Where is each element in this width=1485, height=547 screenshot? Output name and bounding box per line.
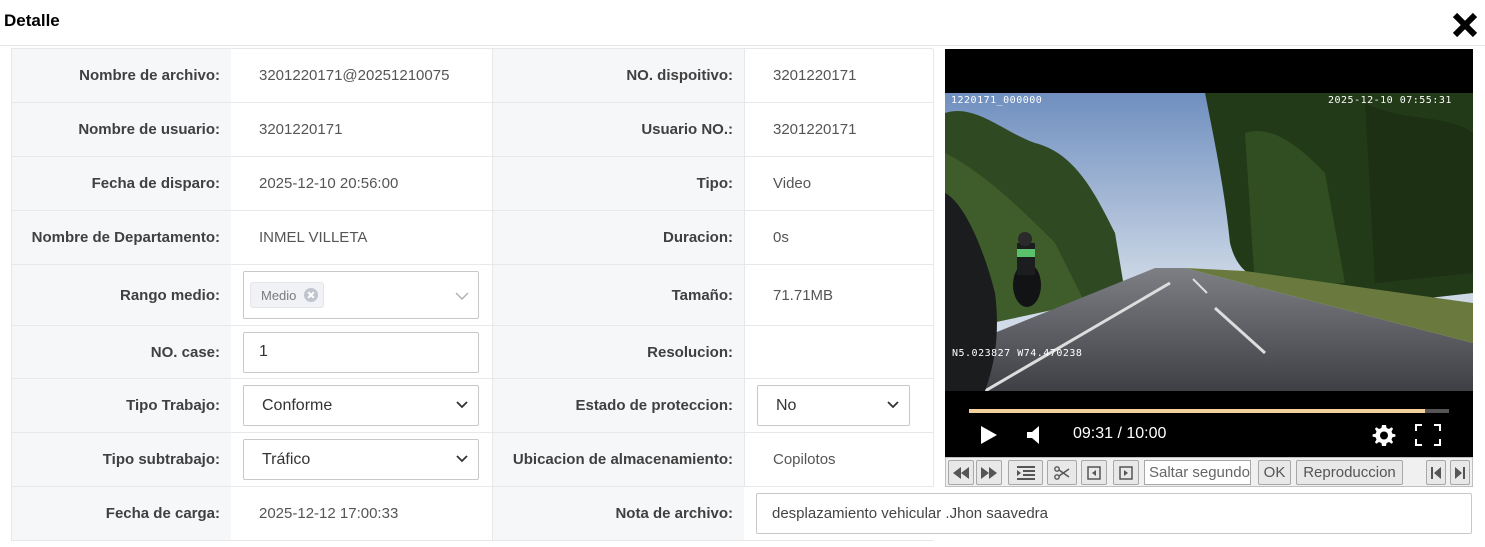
user-no-value: 3201220171 xyxy=(744,103,934,156)
video-player[interactable]: 1220171_000000 2025-12-10 07:55:31 N5.02… xyxy=(945,49,1473,457)
volume-icon[interactable] xyxy=(1025,425,1043,445)
device-no-label: NO. dispoitivo: xyxy=(493,49,744,102)
department-label: Nombre de Departamento: xyxy=(12,211,231,264)
protection-status-selected: No xyxy=(776,396,797,414)
media-range-cell: Medio xyxy=(231,265,493,325)
playback-button[interactable]: Reproduccion xyxy=(1296,460,1403,485)
prev-frame-icon xyxy=(1087,465,1101,480)
device-no-value: 3201220171 xyxy=(744,49,934,102)
detail-form: Nombre de archivo: 3201220171@2025121007… xyxy=(11,48,934,541)
fullscreen-icon[interactable] xyxy=(1415,424,1441,446)
file-note-input[interactable]: desplazamiento vehicular .Jhon saavedra xyxy=(756,493,1472,534)
chevron-down-icon xyxy=(887,401,899,409)
work-type-cell: Conforme xyxy=(231,379,493,432)
cut-clip-button[interactable] xyxy=(1047,460,1077,485)
form-row: Nombre de archivo: 3201220171@2025121007… xyxy=(12,49,934,103)
work-type-select[interactable]: Conforme xyxy=(243,385,479,426)
duration-value: 0s xyxy=(744,211,934,264)
subwork-type-label: Tipo subtrabajo: xyxy=(12,433,231,486)
scissors-icon xyxy=(1054,465,1070,480)
resolution-label: Resolucion: xyxy=(493,326,744,378)
trigger-date-label: Fecha de disparo: xyxy=(12,157,231,210)
form-row: NO. case: 1 Resolucion: xyxy=(12,326,934,379)
trigger-date-value: 2025-12-10 20:56:00 xyxy=(231,157,493,210)
type-value: Video xyxy=(744,157,934,210)
skip-end-button[interactable] xyxy=(1450,460,1470,485)
work-type-label: Tipo Trabajo: xyxy=(12,379,231,432)
type-label: Tipo: xyxy=(493,157,744,210)
dialog-header: Detalle xyxy=(0,0,1485,46)
form-row: Nombre de usuario: 3201220171 Usuario NO… xyxy=(12,103,934,157)
media-range-tag: Medio xyxy=(250,282,325,308)
osd-device-id: 1220171_000000 xyxy=(951,95,1043,106)
progress-fill xyxy=(969,409,1426,413)
skip-start-button[interactable] xyxy=(1426,460,1446,485)
storage-location-value: Copilotos xyxy=(744,433,934,486)
playlist-button[interactable] xyxy=(1008,460,1043,485)
next-frame-icon xyxy=(1119,465,1133,480)
play-icon[interactable] xyxy=(980,425,998,445)
case-no-cell: 1 xyxy=(231,326,493,378)
duration-label: Duracion: xyxy=(493,211,744,264)
chevron-down-icon xyxy=(456,455,468,463)
settings-gear-icon[interactable] xyxy=(1372,423,1396,447)
subwork-type-selected: Tráfico xyxy=(262,450,311,468)
form-row: Fecha de disparo: 2025-12-10 20:56:00 Ti… xyxy=(12,157,934,211)
file-name-value: 3201220171@20251210075 xyxy=(231,49,493,102)
size-label: Tamaño: xyxy=(493,265,744,325)
fast-forward-button[interactable] xyxy=(976,460,1002,485)
ok-button[interactable]: OK xyxy=(1258,460,1291,485)
tag-remove-icon[interactable] xyxy=(304,288,319,302)
close-icon[interactable] xyxy=(1450,10,1480,40)
protection-status-select[interactable]: No xyxy=(757,385,910,426)
upload-date-value: 2025-12-12 17:00:33 xyxy=(231,487,493,540)
case-no-input-value: 1 xyxy=(259,343,268,360)
protection-status-cell: No xyxy=(744,379,934,432)
media-range-select[interactable]: Medio xyxy=(243,271,479,319)
progress-bar[interactable] xyxy=(969,409,1449,413)
form-row: Tipo Trabajo: Conforme Estado de protecc… xyxy=(12,379,934,433)
size-value: 71.71MB xyxy=(744,265,934,325)
case-no-label: NO. case: xyxy=(12,326,231,378)
skip-end-icon xyxy=(1455,466,1465,479)
subwork-type-select[interactable]: Tráfico xyxy=(243,439,479,480)
rewind-button[interactable] xyxy=(948,460,974,485)
dialog-title: Detalle xyxy=(4,11,60,30)
chevron-down-icon xyxy=(455,292,469,300)
form-row: Rango medio: Medio Tamaño: 71.71MB xyxy=(12,265,934,326)
user-name-value: 3201220171 xyxy=(231,103,493,156)
form-row: Tipo subtrabajo: Tráfico Ubicacion de al… xyxy=(12,433,934,487)
resolution-value xyxy=(744,326,934,378)
video-frame xyxy=(945,93,1473,391)
user-no-label: Usuario NO.: xyxy=(493,103,744,156)
protection-status-label: Estado de proteccion: xyxy=(493,379,744,432)
player-toolbar: Saltar segundo OK Reproduccion xyxy=(945,457,1473,487)
jump-seconds-input[interactable]: Saltar segundo xyxy=(1144,460,1251,485)
work-type-selected: Conforme xyxy=(262,396,333,414)
rewind-icon xyxy=(953,466,969,479)
department-value: INMEL VILLETA xyxy=(231,211,493,264)
osd-gps: N5.023827 W74.470238 xyxy=(952,348,1083,359)
skip-start-icon xyxy=(1431,466,1441,479)
case-no-input[interactable]: 1 xyxy=(243,331,479,373)
file-note-label: Nota de archivo: xyxy=(493,487,744,540)
form-row: Nombre de Departamento: INMEL VILLETA Du… xyxy=(12,211,934,265)
media-range-tag-label: Medio xyxy=(261,287,297,303)
fast-forward-icon xyxy=(981,466,997,479)
file-name-label: Nombre de archivo: xyxy=(12,49,231,102)
prev-frame-button[interactable] xyxy=(1081,460,1107,485)
user-name-label: Nombre de usuario: xyxy=(12,103,231,156)
next-frame-button[interactable] xyxy=(1113,460,1139,485)
playlist-icon xyxy=(1016,465,1035,480)
subwork-type-cell: Tráfico xyxy=(231,433,493,486)
osd-datetime: 2025-12-10 07:55:31 xyxy=(1328,95,1452,106)
storage-location-label: Ubicacion de almacenamiento: xyxy=(493,433,744,486)
upload-date-label: Fecha de carga: xyxy=(12,487,231,540)
chevron-down-icon xyxy=(456,401,468,409)
media-range-label: Rango medio: xyxy=(12,265,231,325)
time-display: 09:31 / 10:00 xyxy=(1073,425,1167,442)
